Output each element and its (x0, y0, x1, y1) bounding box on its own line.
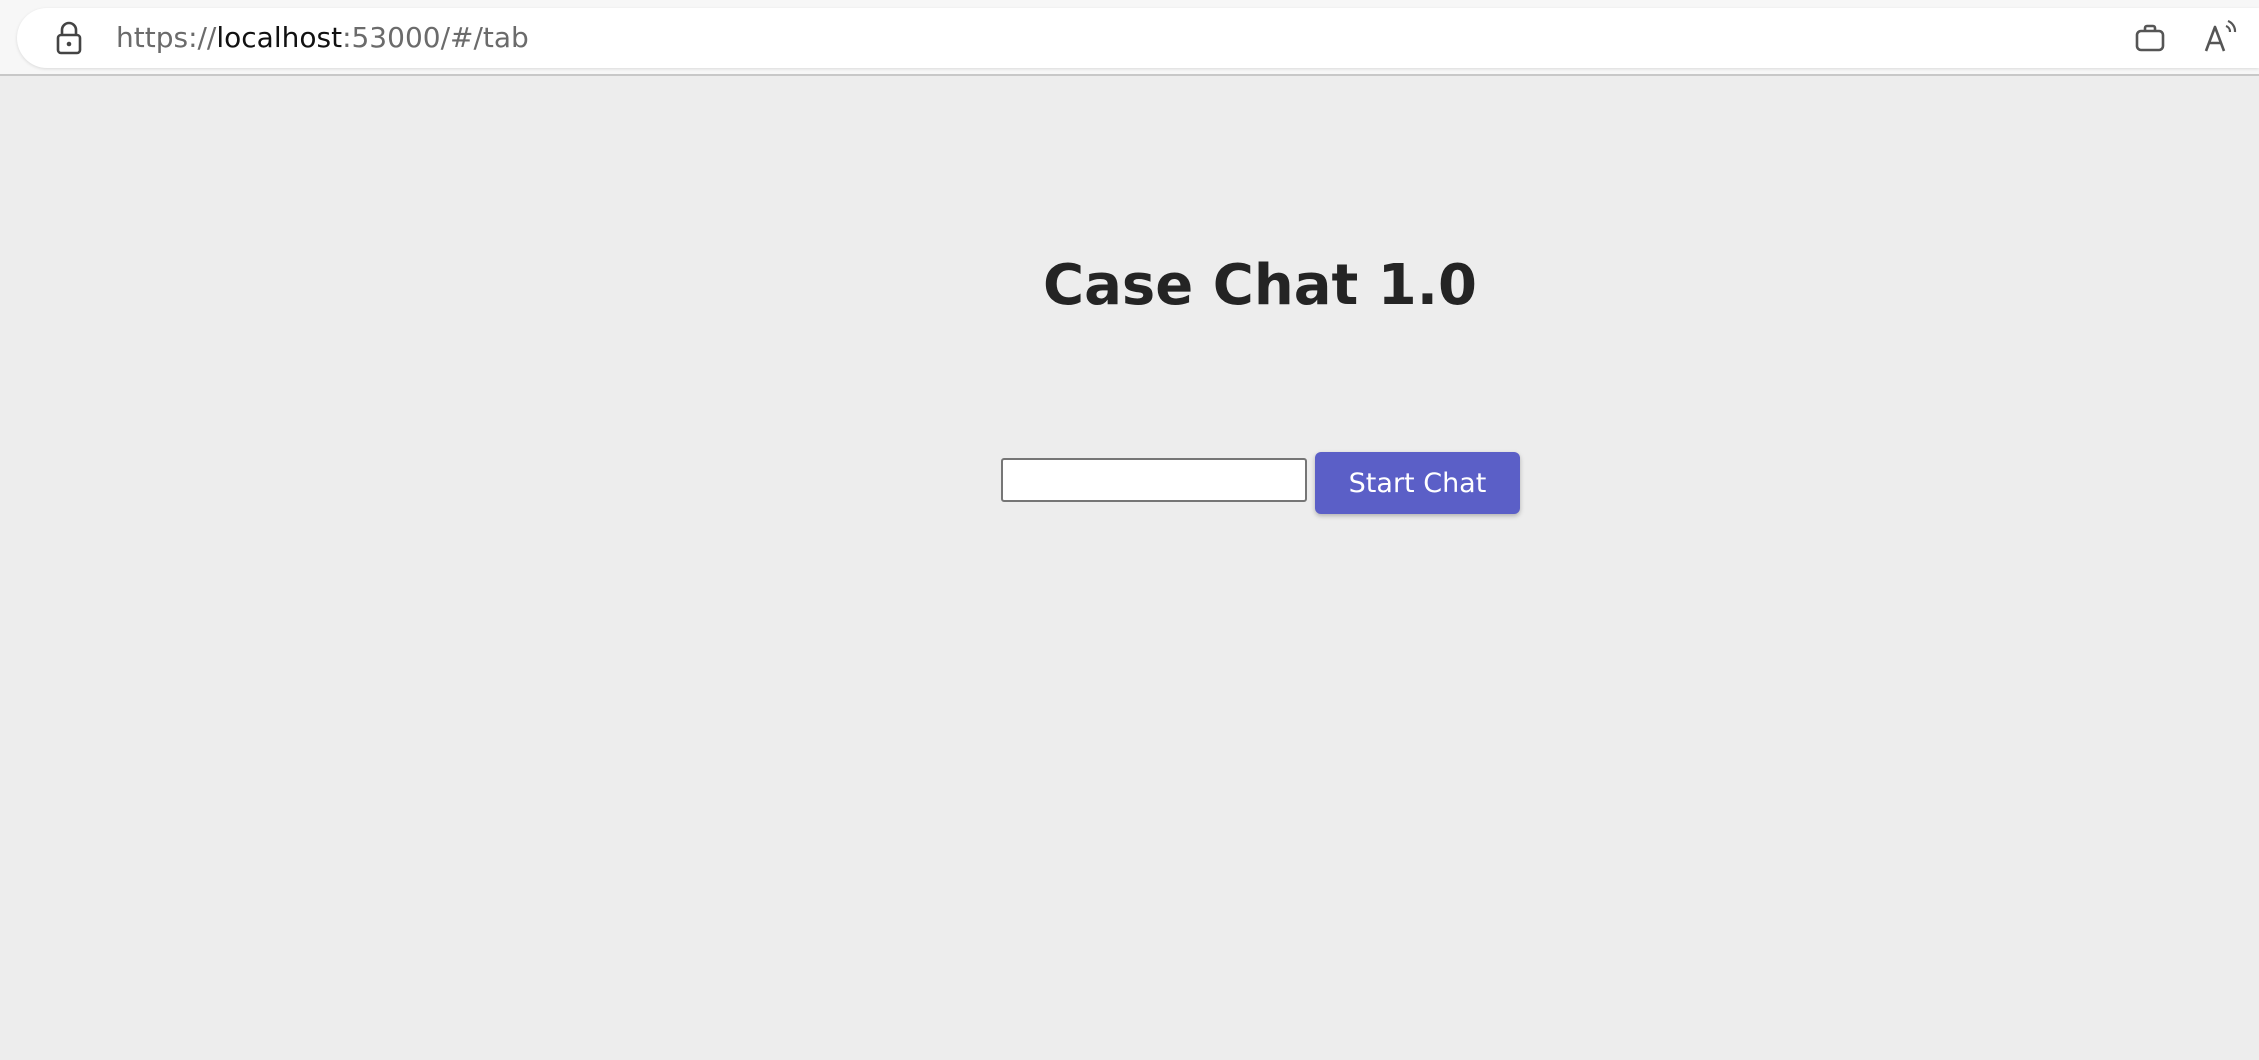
url-text[interactable]: https://localhost:53000/#/tab (116, 0, 529, 76)
lock-icon[interactable] (51, 18, 87, 58)
url-scheme: https:// (116, 21, 217, 54)
page-title: Case Chat 1.0 (1043, 253, 1477, 318)
read-aloud-icon[interactable] (2201, 18, 2241, 58)
briefcase-icon[interactable] (2130, 18, 2170, 58)
page-content: Case Chat 1.0 Start Chat (0, 76, 2259, 1060)
start-chat-button[interactable]: Start Chat (1315, 452, 1520, 514)
url-host: localhost (216, 21, 343, 54)
browser-toolbar: https://localhost:53000/#/tab (0, 0, 2259, 76)
url-path: :53000/#/tab (342, 21, 529, 54)
chat-name-input[interactable] (1001, 458, 1307, 502)
